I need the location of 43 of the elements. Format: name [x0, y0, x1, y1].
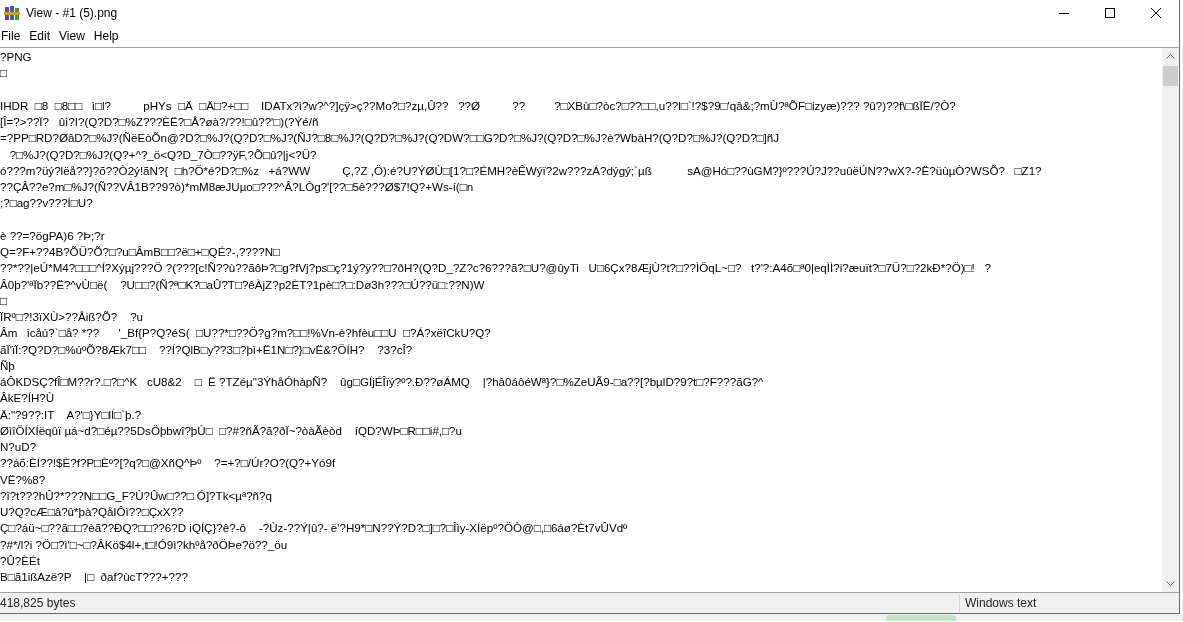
text-line: VË?%8?: [0, 471, 46, 488]
scrollbar[interactable]: [1162, 48, 1179, 592]
text-line: Âm icåú?`□å? *?? '_Bf{P?Q?éS( □U??*□??Ö?g?m?□□!%Vn-è?hfèu□□U □?Á?xëîCkU?Q?: [0, 325, 491, 342]
text-line: ãÏ'ïÏ:?Q?D?□%úºÕ?8Æk7□□ ??Í?QlB□y??3□?þì+Ë1N□?}□vË&?ÖÍH? ?3?cÎ?: [0, 341, 413, 358]
maximize-icon: [1105, 7, 1115, 18]
text-line: [Î=?>??Ï? ûì?I?(Q?D?□%Z???ÈË?□Å?øà?/??!□û??'□)(?Ýé/ñ: [0, 114, 319, 130]
books-icon: [4, 4, 20, 21]
text-line: =?PP□RD?ØâD?□%J?(ÑëEòÕn@?D?□%J?(Q?D?□%J?(ÑJ?□8□%J?(Q?D?□%J?(Q?DW?□□G?D?□%J?(Q?D?□%J?è?WbàH?(Q?D?□%J?(Q?D?□]ñJ: [0, 130, 780, 147]
close-icon: [1151, 7, 1161, 18]
text-line: Ä:"?9??:IT A?'□}Y□lÍ□`þ.?: [0, 406, 142, 423]
text-line: ÂkE?ÍH?Ù: [0, 390, 55, 407]
menu-item[interactable]: View: [58, 27, 91, 45]
text-line: N?uD?: [0, 439, 37, 455]
text-line: U?Q?cÆ□â?û*þà?QåIÔì??□ÇxX??: [0, 504, 184, 520]
text-line: è ??=?ögPA)6 ?Þ;?r: [0, 227, 105, 244]
text-line: ?î?t???hÛ?*???N□□G_F?Ù?Ûw□??□ Ó]?Tk<µª?ñ?q: [0, 487, 272, 504]
menu-item[interactable]: File: [0, 27, 27, 45]
text-line: ?Û?ÈÉt: [0, 552, 40, 569]
text-line: Ç□?áü~□??ã□□?èã??ÐQ?□□??6?D iQÍÇ}?ê?-ô -?Ùz-??Ý|û?- ë'?H9*□N??Ý?D?□]□?□Îìy-XÍëpº?ÖÒ@□,□6áø?Èt7vÛVdº: [0, 520, 628, 537]
text-line: ÏRº□?!3ïXÙ>??Åiß?Õ? ?u: [0, 309, 144, 325]
window-title: View - #1 (5).png: [26, 4, 119, 22]
encoding-label: Windows text: [965, 596, 1037, 610]
text-line: ?PNG: [0, 49, 32, 65]
text-line: ??*??|eÚ*M4?□□□^Í?Xýµj???Ö ?(???[c!Ñ??ù??ãôÞ?□g?fVj?ps□ç?1ý?ÿ??□?ðH?(Q?D_?Z?c?6???ã?□U?@ûyTi U□6Çx?8ÆjÙ?t?□??ÌÖqL~□? t?'?:A4õ□ª0|eqÌÌ?i?æuït?□7Ü?□?2kÐ*?Ö)□! ?: [0, 260, 991, 277]
menu-item[interactable]: Edit: [28, 27, 57, 45]
text-line: Q=?F+??4B?ÕÜ?Õ?□?u□ÂmB□□?ë□+□QÉ?-,????N□: [0, 244, 281, 260]
text-line: Ñþ: [0, 357, 15, 374]
text-line: □: [0, 65, 7, 82]
scroll-thumb[interactable]: [1163, 66, 1178, 86]
text-line: IHDR □8 □8□□ ì□l? pHYs □Ä □Ä□?+□□ IDATx?ì?w?^?]çÿ>ç??Mo?□?zµ,Û?? ??Ø ?? ?□XBù□?òc?□??□□,u??l□`!?$?9□'qâ&;?mÙ?ªÕF□izyæ)??? ?û?)??f\□ßÏË/?Ò?: [0, 97, 956, 114]
text-line: ØìîÖÍXÍëqûï µá~d?□éµ??5DsÖþbwî?þÙ□ □?#?ñÃ?ã?ðÏ~?òàÃèòd íQD?WÞ□R□□i#,□?u: [0, 422, 462, 439]
text-line: □: [0, 292, 7, 309]
text-line: ?#*/l?i ?Ö□?ì'□~□?ÂKö$4l+,t□!Ó9ì?khºå?ðÖÞe?ö??_öu: [0, 536, 288, 553]
menu-item[interactable]: Help: [92, 27, 125, 45]
text-line: B□ã1ißAzë?P |□ ðaf?ùcT???+???: [0, 569, 188, 585]
text-line: ó???m?üý?lëå??}?õ??Ò2ý!ãN?{ □h?Ö*é?D?□%z +á?WW Ç,?Z ,Ö):é?U?ÝØÙ□[1?□?ÉMH?èÊWýï?2w???zÁ?dýgý;`µß sA@Hó□??ùGM?}º???Ú?J??uûëÚN??wX?-?Ë?üùµÒ?WSÕ? □Z1?: [0, 162, 1042, 179]
file-size: 418,825 bytes: [0, 596, 76, 610]
text-line: ??áõ:ÈÍ??!$È?f?P□Èº?[?q?□@XñQ^Þº ?=+?□/Úr?O?(Q?+Yó9f: [0, 455, 336, 472]
text-line: áÔKDSÇ?fÎ□M??r?.□?□^K cU8&2 □ Ë ?TZéµ"3ÝhåÓhàpÑ? ûg□GÍjÉÎïý?º?.Ð??øÁMQ |?hâ0áôéWª}?□%ZeUÃ9-□a??[?bµlD?9?t□?F???ãG?^: [0, 374, 764, 390]
text-line: ;?□ag??v???Í□U?: [0, 195, 93, 212]
text-line: Â0þ?'ªÏb??Ë?^vÙ□ë( ?U□□?(Ñ?ª□K?□aÛ?T□?êÀjZ?p2ÈT?1pè□?□:Dø3h???□Ú??ü□:??N)W: [0, 276, 485, 293]
text-line: ??ÇÂ??e?m□%J?(Ñ??VÂ1B??9?ò)*mM8æJUµo□???^Â?LÒg?'[??□5ê???Ø$7!Q?+Ws-í(□n: [0, 179, 474, 195]
text-line: ?□%J?(Q?D?□%J?(Q?+^?_ö<Q?D_7Ò□??ÿF,?Õ□û?|j<?Ü?: [8, 146, 317, 163]
